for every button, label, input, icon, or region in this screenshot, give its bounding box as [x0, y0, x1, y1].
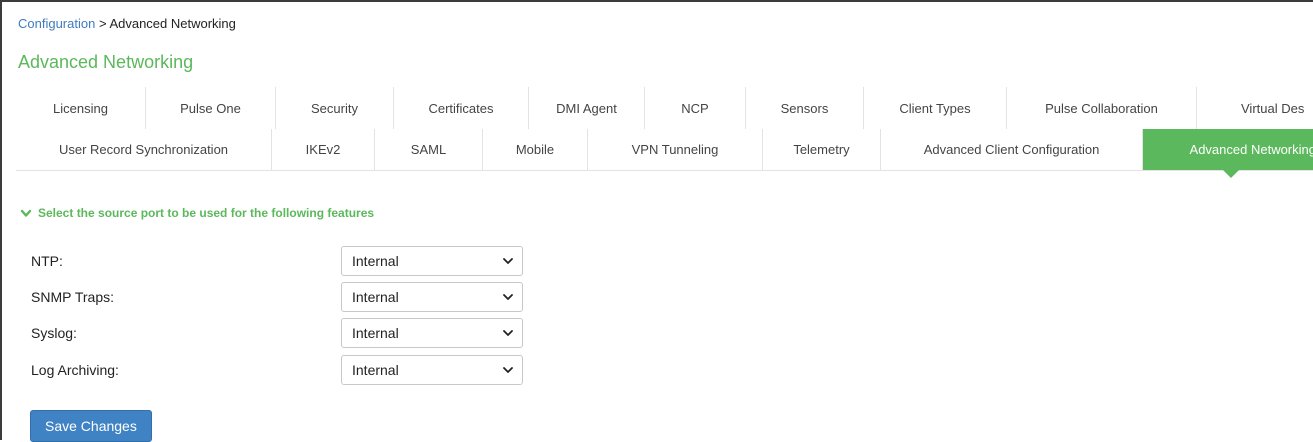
tab-virtual-desktops[interactable]: Virtual Des [1197, 87, 1313, 129]
breadcrumb-link-configuration[interactable]: Configuration [18, 16, 95, 31]
tab-advanced-networking[interactable]: Advanced Networking [1143, 129, 1313, 178]
ntp-row: NTP: Internal [31, 246, 523, 276]
tab-pulse-one[interactable]: Pulse One [146, 87, 276, 129]
chevron-down-icon [503, 367, 513, 373]
syslog-row: Syslog: Internal [31, 318, 523, 348]
breadcrumb-separator: > [95, 16, 110, 31]
breadcrumb-current: Advanced Networking [109, 16, 236, 31]
tab-ikev2[interactable]: IKEv2 [272, 129, 375, 170]
tab-ncp[interactable]: NCP [645, 87, 746, 129]
tab-row-2: User Record Synchronization IKEv2 SAML M… [16, 129, 1313, 178]
tab-certificates[interactable]: Certificates [394, 87, 529, 129]
syslog-select-value: Internal [352, 325, 399, 341]
tab-row-1: Licensing Pulse One Security Certificate… [16, 87, 1313, 129]
active-tab-caret [1222, 170, 1239, 178]
tab-vpn-tunneling[interactable]: VPN Tunneling [588, 129, 763, 170]
snmp-traps-select[interactable]: Internal [341, 282, 523, 312]
tab-user-record-synchronization[interactable]: User Record Synchronization [16, 129, 272, 170]
chevron-down-icon [503, 258, 513, 264]
syslog-label: Syslog: [31, 325, 77, 341]
log-archiving-label: Log Archiving: [31, 362, 119, 378]
page-title: Advanced Networking [18, 52, 194, 72]
tab-client-types[interactable]: Client Types [864, 87, 1007, 129]
tab-saml[interactable]: SAML [375, 129, 483, 170]
tab-security[interactable]: Security [276, 87, 394, 129]
snmp-traps-row: SNMP Traps: Internal [31, 282, 523, 312]
ntp-select[interactable]: Internal [341, 246, 523, 276]
chevron-down-icon [503, 330, 513, 336]
tab-mobile[interactable]: Mobile [483, 129, 588, 170]
log-archiving-select-value: Internal [352, 362, 399, 378]
tab-dmi-agent[interactable]: DMI Agent [529, 87, 645, 129]
save-changes-button[interactable]: Save Changes [30, 410, 152, 442]
ntp-label: NTP: [31, 253, 63, 269]
tab-telemetry[interactable]: Telemetry [763, 129, 881, 170]
tab-advanced-networking-label: Advanced Networking [1189, 142, 1313, 157]
section-heading-text: Select the source port to be used for th… [38, 206, 375, 220]
breadcrumb: Configuration > Advanced Networking [18, 16, 236, 31]
chevron-down-icon [20, 207, 32, 219]
tab-pulse-collaboration[interactable]: Pulse Collaboration [1007, 87, 1197, 129]
log-archiving-row: Log Archiving: Internal [31, 355, 523, 385]
tab-advanced-client-configuration[interactable]: Advanced Client Configuration [881, 129, 1143, 170]
syslog-select[interactable]: Internal [341, 318, 523, 348]
tab-licensing[interactable]: Licensing [16, 87, 146, 129]
snmp-traps-label: SNMP Traps: [31, 289, 114, 305]
log-archiving-select[interactable]: Internal [341, 355, 523, 385]
tab-sensors[interactable]: Sensors [746, 87, 864, 129]
snmp-traps-select-value: Internal [352, 289, 399, 305]
section-heading[interactable]: Select the source port to be used for th… [20, 206, 374, 220]
ntp-select-value: Internal [352, 253, 399, 269]
chevron-down-icon [503, 294, 513, 300]
